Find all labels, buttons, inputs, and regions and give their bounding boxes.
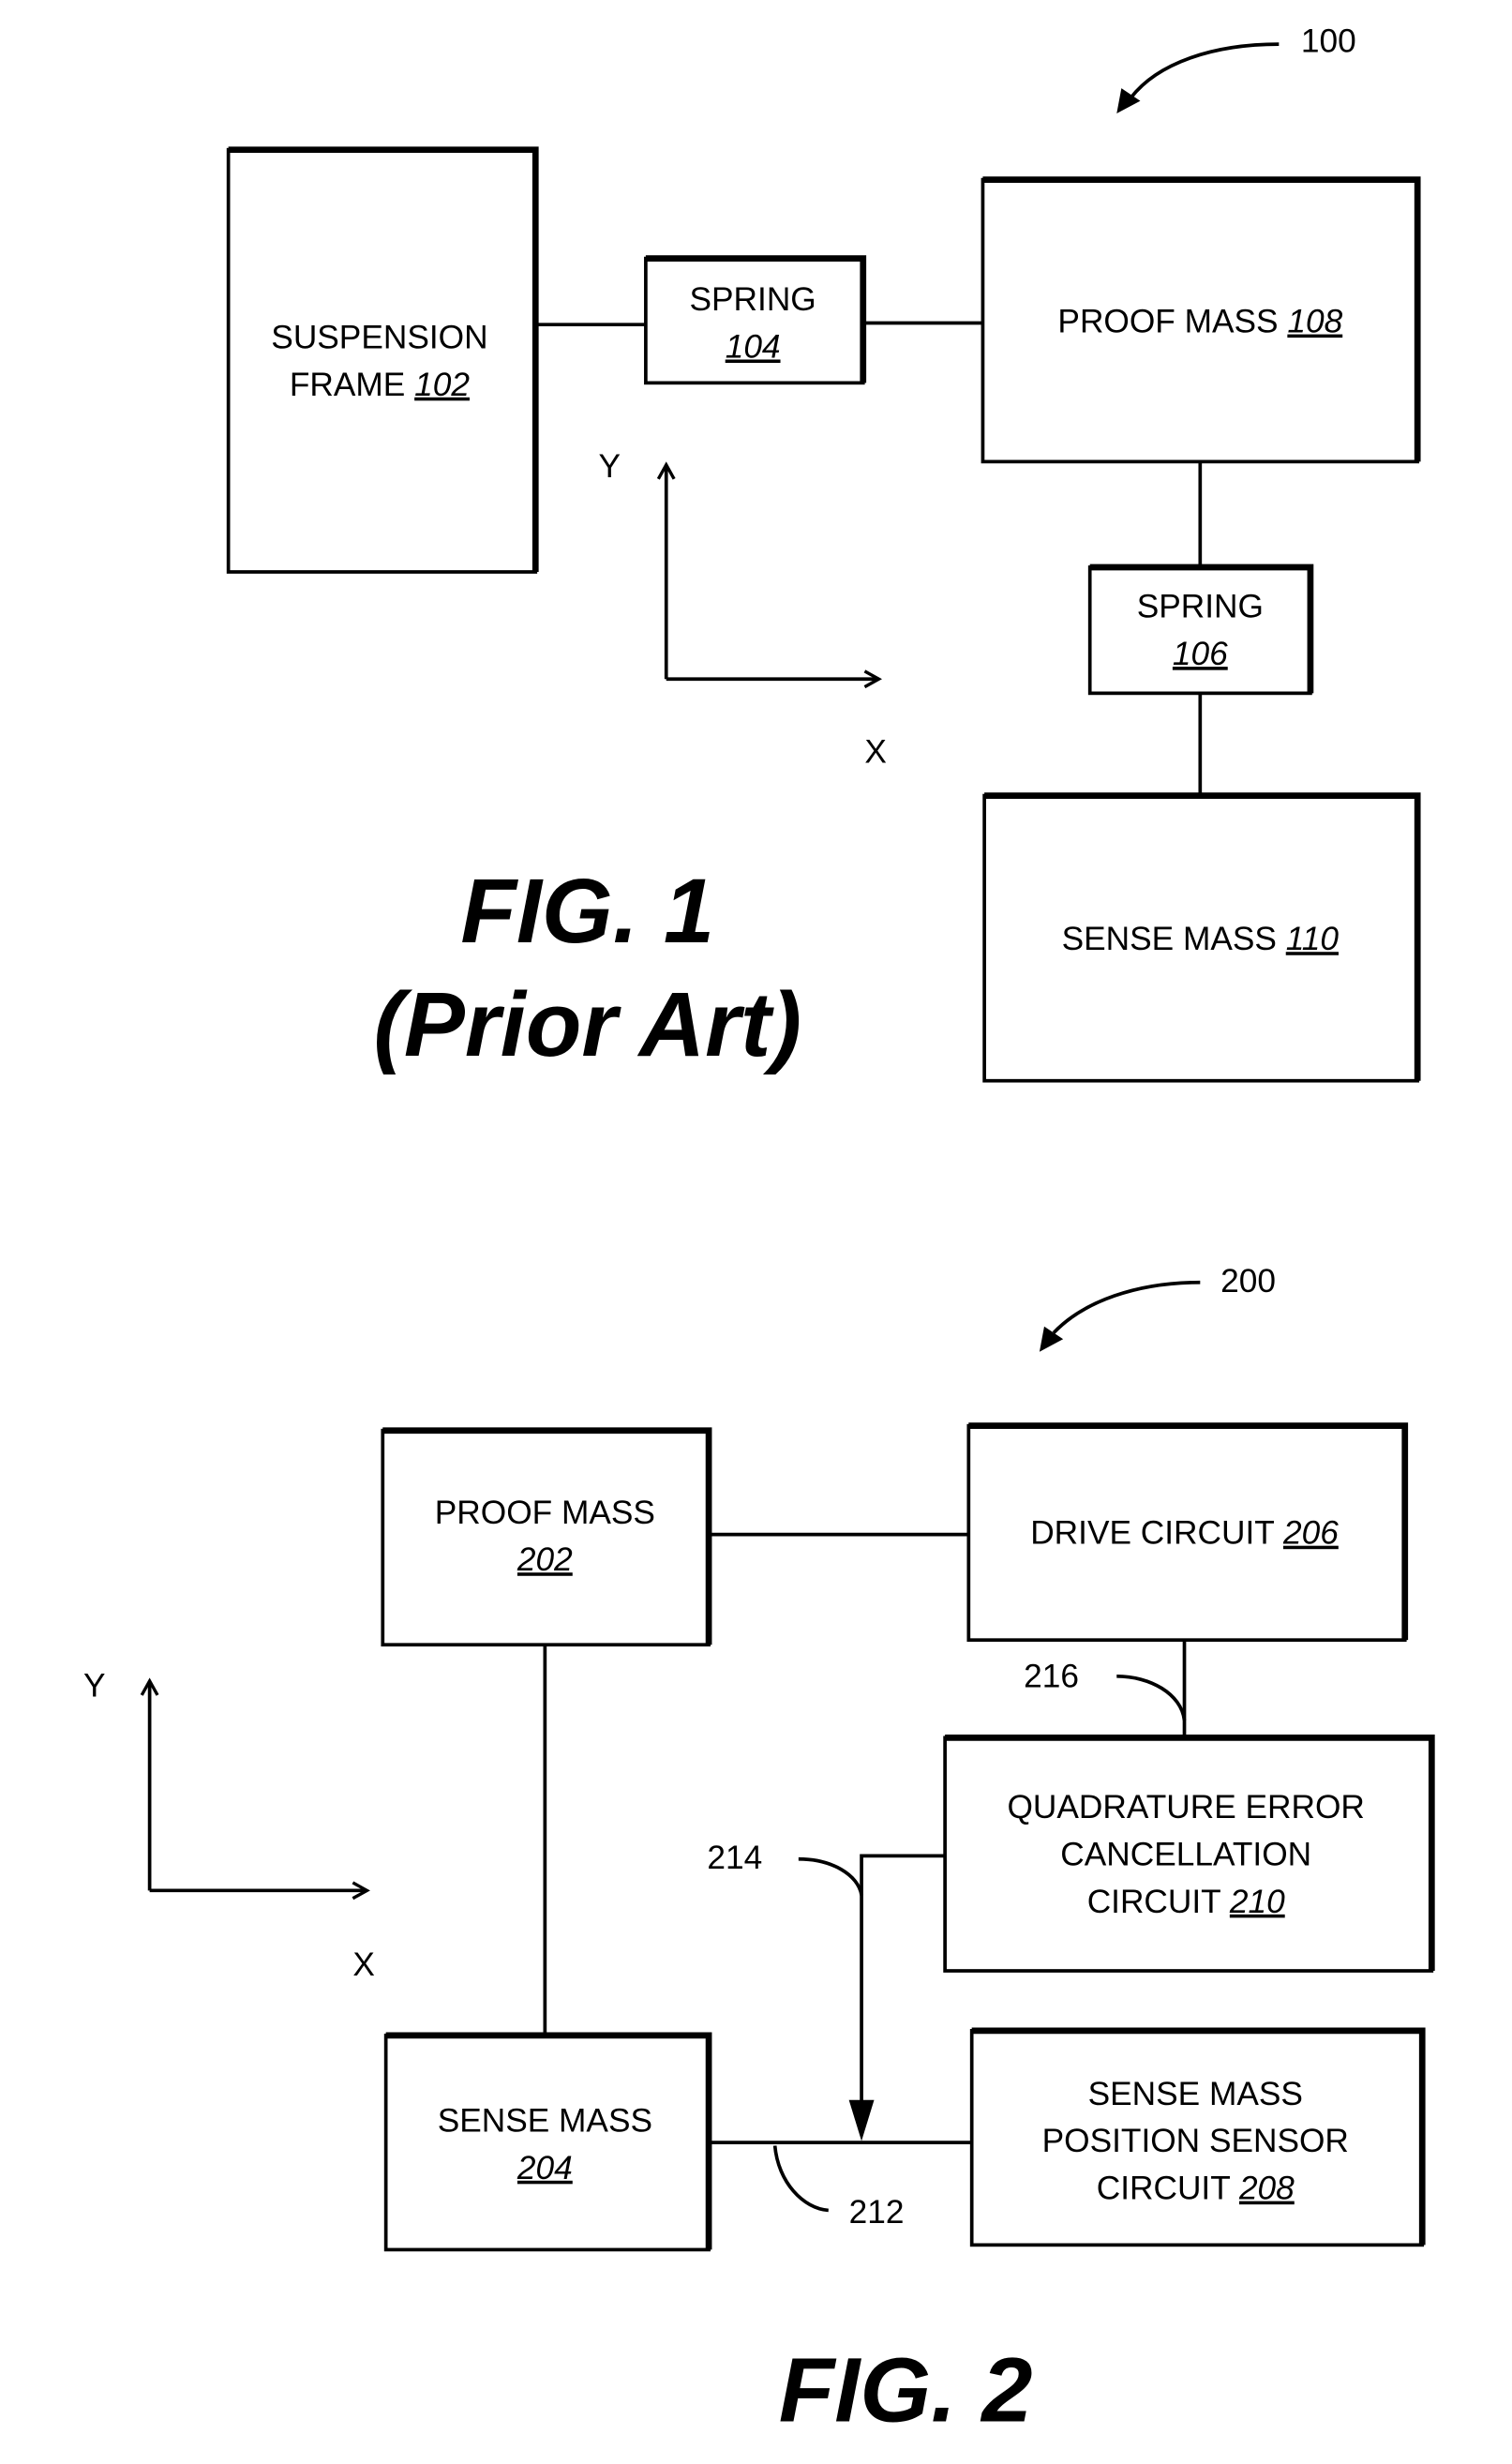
block-position-sensor-208: SENSE MASS POSITION SENSOR CIRCUIT 208 [969, 2027, 1426, 2247]
xy-axes-fig1: Y X [598, 448, 886, 770]
svg-text:DRIVE CIRCUIT 206: DRIVE CIRCUIT 206 [1030, 1515, 1339, 1552]
figure-1-title: FIG. 1 [460, 860, 714, 962]
reference-100-pointer: 100 [1116, 23, 1356, 114]
patent-drawing-sheet: 100 SUSPENSION FRAME 102 SPRING 104 PROO… [83, 23, 1435, 2441]
drive-circuit-206-label: DRIVE CIRCUIT [1030, 1515, 1283, 1552]
sense-mass-204-ref: 204 [516, 2150, 573, 2186]
reference-200-pointer: 200 [1039, 1263, 1276, 1352]
sense-mass-204-label: SENSE MASS [438, 2102, 652, 2139]
signal-label-212: 212 [849, 2194, 905, 2231]
position-sensor-line1: SENSE MASS [1088, 2076, 1303, 2112]
sense-mass-110-ref: 110 [1286, 921, 1340, 957]
proof-mass-108-label: PROOF MASS [1057, 304, 1287, 340]
figure-1: 100 SUSPENSION FRAME 102 SPRING 104 PROO… [226, 23, 1421, 1083]
figure-2-title: FIG. 2 [779, 2339, 1033, 2441]
x-axis-label: X [352, 1946, 375, 1983]
arrowhead-icon [1039, 1326, 1064, 1352]
proof-mass-202-label: PROOF MASS [435, 1495, 655, 1531]
signal-label-214: 214 [707, 1840, 762, 1876]
quadrature-ref: 210 [1229, 1884, 1285, 1920]
proof-mass-202-ref: 202 [516, 1541, 573, 1578]
leader-214 [798, 1856, 863, 1896]
block-drive-circuit-206: DRIVE CIRCUIT 206 [966, 1422, 1409, 1643]
drive-circuit-206-ref: 206 [1282, 1515, 1339, 1552]
suspension-frame-line2: FRAME [290, 367, 414, 403]
leader-212 [772, 2145, 829, 2213]
block-sense-mass-110: SENSE MASS 110 [982, 792, 1421, 1083]
block-spring-106: SPRING 106 [1087, 563, 1314, 696]
suspension-frame-ref: 102 [414, 367, 470, 403]
leader-216 [1116, 1674, 1187, 1721]
spring-106-ref: 106 [1173, 636, 1228, 672]
wire-214-quadrature-to-sense-line [860, 1854, 946, 2105]
reference-number-100: 100 [1301, 23, 1356, 60]
block-quadrature-error-cancellation-210: QUADRATURE ERROR CANCELLATION CIRCUIT 21… [943, 1734, 1435, 1973]
proof-mass-108-ref: 108 [1287, 304, 1342, 340]
svg-text:SENSE MASS 110: SENSE MASS 110 [1062, 921, 1340, 957]
reference-number-200: 200 [1220, 1263, 1276, 1300]
position-sensor-line3: CIRCUIT [1097, 2171, 1239, 2207]
spring-104-ref: 104 [726, 328, 781, 365]
block-suspension-frame: SUSPENSION FRAME 102 [226, 146, 539, 574]
y-axis-label: Y [83, 1668, 106, 1705]
signal-label-216: 216 [1024, 1659, 1079, 1695]
arrowhead-214-icon [848, 2099, 875, 2141]
figure-1-subtitle: (Prior Art) [373, 973, 801, 1075]
svg-text:FRAME 102: FRAME 102 [290, 367, 470, 403]
quadrature-line3: CIRCUIT [1087, 1884, 1230, 1920]
position-sensor-ref: 208 [1238, 2171, 1295, 2207]
spring-104-label: SPRING [690, 281, 816, 318]
xy-axes-fig2: Y X [83, 1668, 375, 1983]
x-axis-label: X [864, 733, 887, 770]
sense-mass-110-label: SENSE MASS [1062, 921, 1286, 957]
quadrature-line1: QUADRATURE ERROR [1007, 1789, 1364, 1825]
block-spring-104: SPRING 104 [644, 255, 867, 385]
svg-text:PROOF MASS 108: PROOF MASS 108 [1057, 304, 1342, 340]
figure-2: 200 216 214 212 PROOF MASS 202 DRIVE CIR… [83, 1263, 1435, 2441]
y-axis-label: Y [598, 448, 621, 485]
block-proof-mass-202: PROOF MASS 202 [381, 1427, 712, 1647]
block-sense-mass-204: SENSE MASS 204 [383, 2032, 712, 2252]
quadrature-line2: CANCELLATION [1060, 1836, 1311, 1872]
suspension-frame-line1: SUSPENSION [271, 319, 487, 355]
spring-106-label: SPRING [1137, 589, 1264, 625]
svg-text:CIRCUIT 208: CIRCUIT 208 [1097, 2171, 1295, 2207]
position-sensor-line2: POSITION SENSOR [1042, 2123, 1349, 2159]
block-proof-mass-108: PROOF MASS 108 [981, 176, 1421, 464]
svg-text:CIRCUIT 210: CIRCUIT 210 [1087, 1884, 1285, 1920]
